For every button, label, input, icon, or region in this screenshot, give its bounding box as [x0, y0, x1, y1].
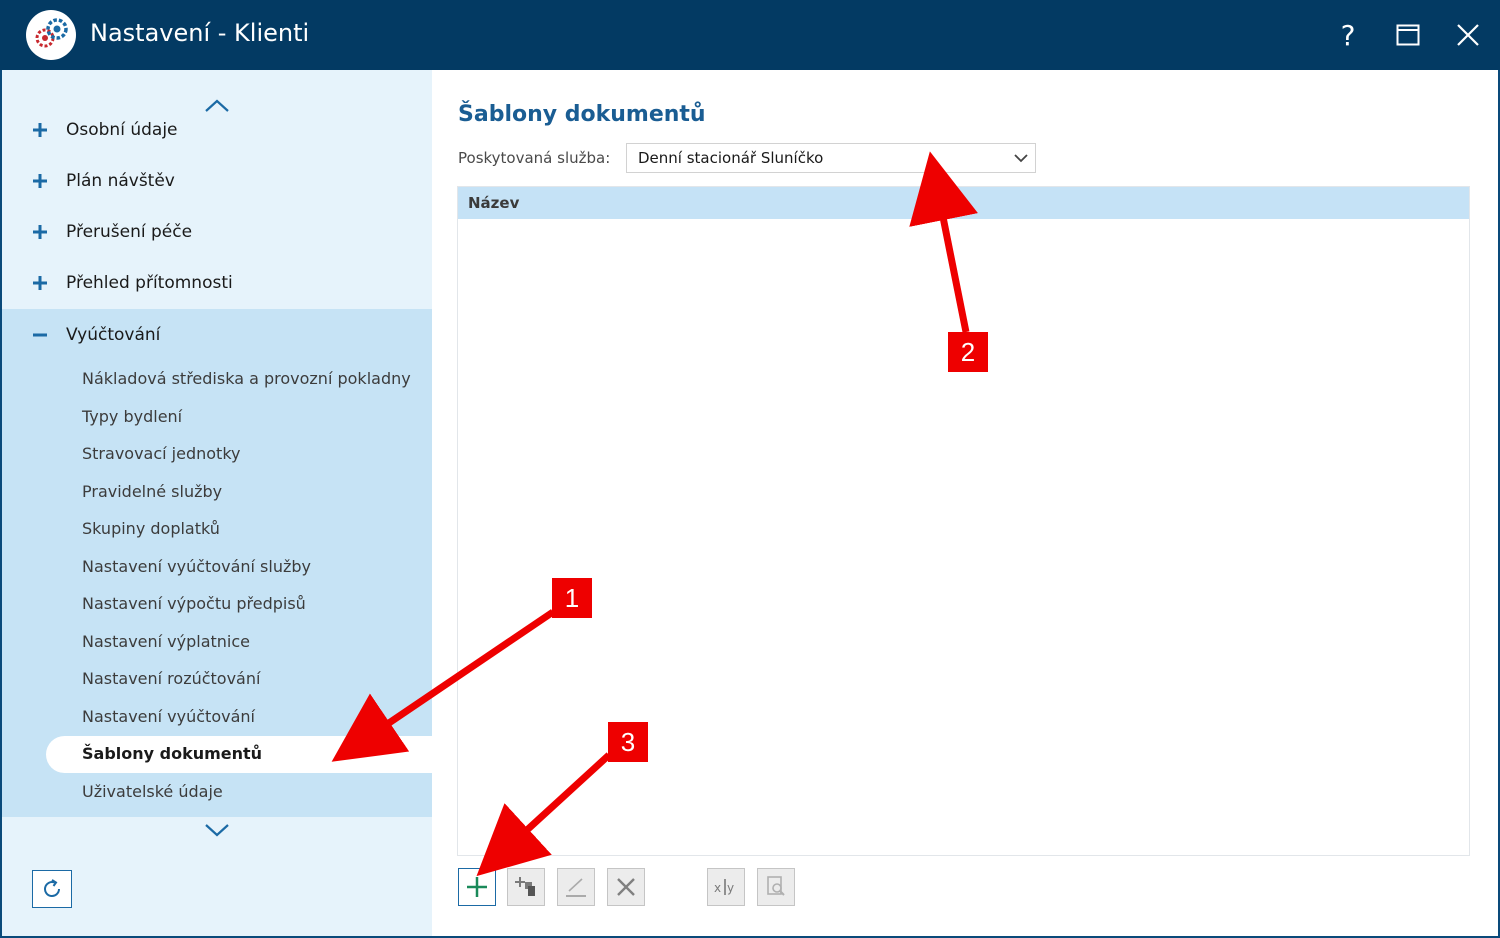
maximize-button[interactable]	[1388, 16, 1428, 54]
expand-plus-icon	[33, 123, 47, 137]
close-button[interactable]	[1448, 16, 1488, 54]
expand-plus-icon	[33, 276, 47, 290]
sidebar-subitem-nastaveni-vyuctovani-sluzby[interactable]: Nastavení vyúčtování služby	[82, 557, 311, 576]
scroll-down-button[interactable]	[202, 820, 232, 840]
column-header-nazev[interactable]: Název	[468, 194, 519, 212]
app-gear-logo-icon	[26, 10, 76, 60]
chevron-down-icon	[1014, 154, 1028, 163]
preview-button[interactable]	[757, 868, 795, 906]
sidebar: Osobní údaje Plán návštěv Přerušení péče…	[2, 70, 434, 936]
sidebar-subitem-nastaveni-vyuctovani[interactable]: Nastavení vyúčtování	[82, 707, 255, 726]
variables-button[interactable]: x y	[707, 868, 745, 906]
sidebar-item-label: Vyúčtování	[66, 325, 161, 345]
window-title: Nastavení - Klienti	[90, 19, 310, 47]
copy-icon	[515, 877, 535, 896]
sidebar-item-osobni-udaje[interactable]: Osobní údaje	[2, 105, 432, 155]
annotation-badge-2: 2	[948, 332, 988, 372]
sidebar-item-vyuctovani[interactable]: Vyúčtování	[2, 310, 432, 360]
sidebar-item-prehled-pritomnosti[interactable]: Přehled přítomnosti	[2, 258, 432, 308]
grid-header: Název	[458, 187, 1469, 219]
edit-icon	[566, 878, 586, 897]
sidebar-item-plan-navstev[interactable]: Plán návštěv	[2, 156, 432, 206]
delete-icon	[617, 878, 635, 896]
help-icon: ?	[1340, 18, 1356, 52]
sidebar-subitem-typy-bydleni[interactable]: Typy bydlení	[82, 407, 182, 426]
sidebar-subitem-nastaveni-vyplatnice[interactable]: Nastavení výplatnice	[82, 632, 250, 651]
service-select-value: Denní stacionář Sluníčko	[638, 149, 824, 167]
sidebar-subitem-pravidelne-sluzby[interactable]: Pravidelné služby	[82, 482, 222, 501]
variables-icon: x y	[714, 879, 734, 895]
main-panel: Šablony dokumentů Poskytovaná služba: De…	[432, 70, 1498, 936]
sidebar-item-label: Přerušení péče	[66, 222, 193, 242]
expand-plus-icon	[33, 174, 47, 188]
help-button[interactable]: ?	[1328, 16, 1368, 54]
sidebar-item-preruseni-pece[interactable]: Přerušení péče	[2, 207, 432, 257]
edit-button[interactable]	[557, 868, 595, 906]
copy-button[interactable]	[507, 868, 545, 906]
sidebar-subitem-nastaveni-vypoctu-predpisu[interactable]: Nastavení výpočtu předpisů	[82, 594, 306, 613]
annotation-badge-3: 3	[608, 722, 648, 762]
service-select[interactable]: Denní stacionář Sluníčko	[626, 143, 1036, 173]
svg-text:x: x	[714, 881, 721, 895]
add-icon	[467, 877, 487, 897]
service-label: Poskytovaná služba:	[458, 149, 611, 167]
sidebar-subitem-nakladova-strediska[interactable]: Nákladová střediska a provozní pokladny	[82, 369, 411, 388]
maximize-icon	[1396, 24, 1420, 46]
title-bar: Nastavení - Klienti ?	[0, 0, 1500, 70]
refresh-icon	[44, 879, 61, 898]
delete-button[interactable]	[607, 868, 645, 906]
sidebar-subitem-skupiny-doplatku[interactable]: Skupiny doplatků	[82, 519, 220, 538]
expand-plus-icon	[33, 225, 47, 239]
sidebar-subitem-active-label: Šablony dokumentů	[82, 744, 263, 763]
page-title: Šablony dokumentů	[458, 102, 706, 127]
refresh-button[interactable]	[32, 870, 72, 908]
sidebar-item-label: Plán návštěv	[66, 171, 175, 191]
sidebar-subitem-nastaveni-rozuctovani[interactable]: Nastavení rozúčtování	[82, 669, 260, 688]
collapse-minus-icon	[33, 333, 47, 337]
sidebar-item-label: Osobní údaje	[66, 120, 178, 140]
annotation-badge-1: 1	[552, 578, 592, 618]
add-button[interactable]	[458, 868, 496, 906]
sidebar-subitem-stravovaci-jednotky[interactable]: Stravovací jednotky	[82, 444, 240, 463]
sidebar-item-label: Přehled přítomnosti	[66, 273, 233, 293]
chevron-down-icon	[205, 824, 229, 837]
close-icon	[1457, 24, 1479, 46]
sidebar-subitem-uzivatelske-udaje[interactable]: Uživatelské údaje	[82, 782, 223, 801]
preview-icon	[767, 876, 785, 896]
svg-text:y: y	[727, 881, 734, 895]
